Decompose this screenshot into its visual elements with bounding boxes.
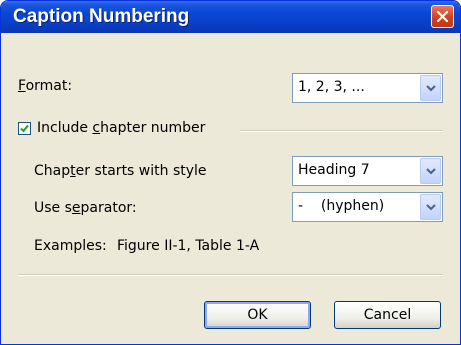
separator-select[interactable]: - (hyphen) (292, 192, 443, 222)
format-dropdown-button[interactable] (420, 75, 441, 101)
separator-label: Use separator: (34, 200, 137, 216)
group-divider (240, 130, 443, 132)
separator-value: - (hyphen) (298, 198, 385, 214)
examples-value: Figure II-1, Table 1-A (117, 238, 260, 254)
dialog-body: Format: 1, 2, 3, ... Include chapter num… (4, 33, 457, 341)
bottom-divider (18, 274, 443, 276)
caption-numbering-dialog: Caption Numbering Format: 1, 2, 3, ... I… (0, 0, 461, 345)
separator-dropdown-button[interactable] (420, 194, 441, 220)
chapter-style-dropdown-button[interactable] (420, 158, 441, 184)
format-value: 1, 2, 3, ... (298, 79, 365, 95)
chevron-down-icon (425, 204, 436, 211)
close-button[interactable] (431, 5, 454, 28)
format-label: Format: (18, 78, 73, 94)
chevron-down-icon (425, 168, 436, 175)
title-bar: Caption Numbering (1, 1, 460, 33)
dialog-title: Caption Numbering (13, 6, 190, 27)
chapter-style-select[interactable]: Heading 7 (292, 156, 443, 186)
chapter-style-value: Heading 7 (298, 162, 370, 178)
close-icon (436, 10, 449, 23)
cancel-button[interactable]: Cancel (334, 301, 441, 329)
include-chapter-label[interactable]: Include chapter number (37, 120, 205, 136)
format-select[interactable]: 1, 2, 3, ... (292, 73, 443, 103)
checkmark-icon (20, 124, 29, 133)
examples-label: Examples: (34, 238, 107, 254)
chapter-style-label: Chapter starts with style (34, 163, 207, 179)
chevron-down-icon (425, 85, 436, 92)
ok-button[interactable]: OK (204, 301, 311, 329)
include-chapter-checkbox[interactable] (18, 122, 31, 135)
